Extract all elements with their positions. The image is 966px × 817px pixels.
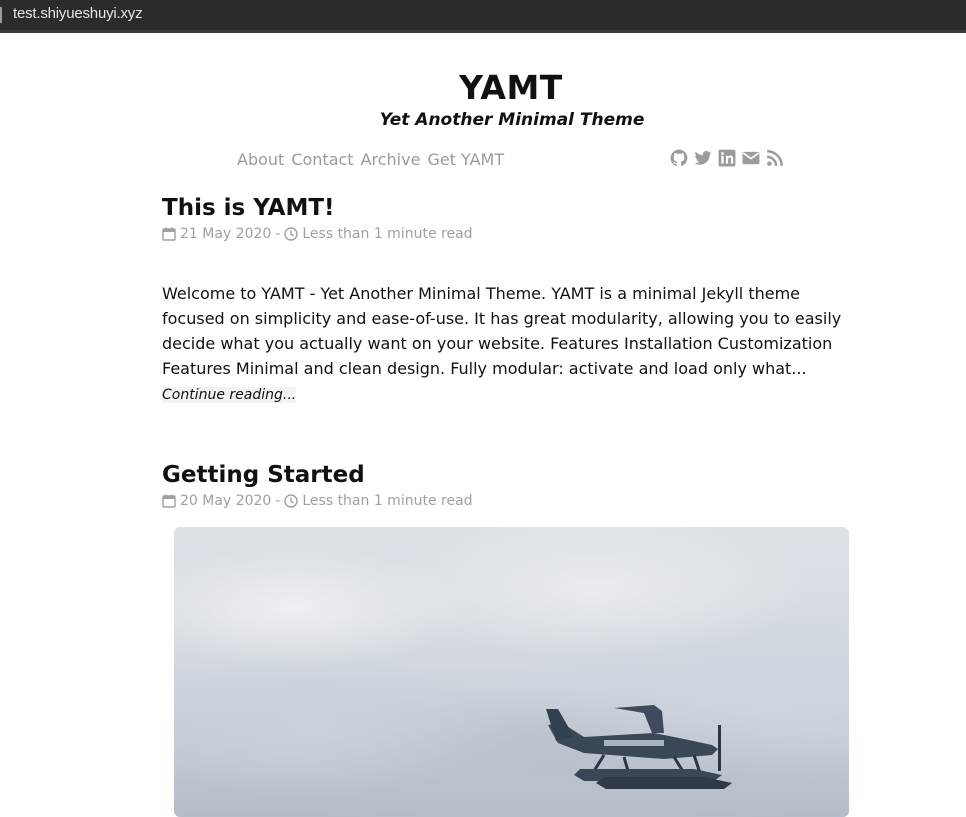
linkedin-icon[interactable] [718,149,736,167]
post-title[interactable]: Getting Started [162,462,365,488]
nav-item-archive[interactable]: Archive [361,150,421,169]
meta-separator: - [275,493,281,509]
read-time: Less than 1 minute read [302,493,473,509]
email-icon[interactable] [742,149,760,167]
social-links [670,149,784,167]
post-date: 21 May 2020 [180,226,272,242]
site-title[interactable]: YAMT [0,68,966,107]
twitter-icon[interactable] [694,149,712,167]
browser-address-bar[interactable]: test.shiyueshuyi.xyz [0,0,966,33]
url-text[interactable]: test.shiyueshuyi.xyz [13,5,143,22]
post-date: 20 May 2020 [180,493,272,509]
post-title[interactable]: This is YAMT! [162,195,335,221]
continue-reading-link[interactable]: Continue reading... [162,387,297,403]
read-time: Less than 1 minute read [302,226,473,242]
github-icon[interactable] [670,149,688,167]
clock-icon [284,227,299,241]
clock-icon [284,494,299,508]
post-meta: 20 May 2020 - Less than 1 minute read [162,493,473,509]
nav-item-get-yamt[interactable]: Get YAMT [427,150,504,169]
seaplane-illustration [546,705,732,789]
calendar-icon [162,227,176,241]
post-excerpt: Welcome to YAMT - Yet Another Minimal Th… [162,281,862,408]
main-nav: About Contact Archive Get YAMT [237,150,504,169]
site-tagline: Yet Another Minimal Theme [379,110,645,130]
nav-item-contact[interactable]: Contact [291,150,353,169]
meta-separator: - [275,226,281,242]
calendar-icon [162,494,176,508]
rss-icon[interactable] [766,149,784,167]
excerpt-text: Welcome to YAMT - Yet Another Minimal Th… [162,284,842,378]
post-featured-image[interactable] [174,527,849,817]
address-bar-edge [0,7,2,23]
post-meta: 21 May 2020 - Less than 1 minute read [162,226,473,242]
nav-item-about[interactable]: About [237,150,284,169]
